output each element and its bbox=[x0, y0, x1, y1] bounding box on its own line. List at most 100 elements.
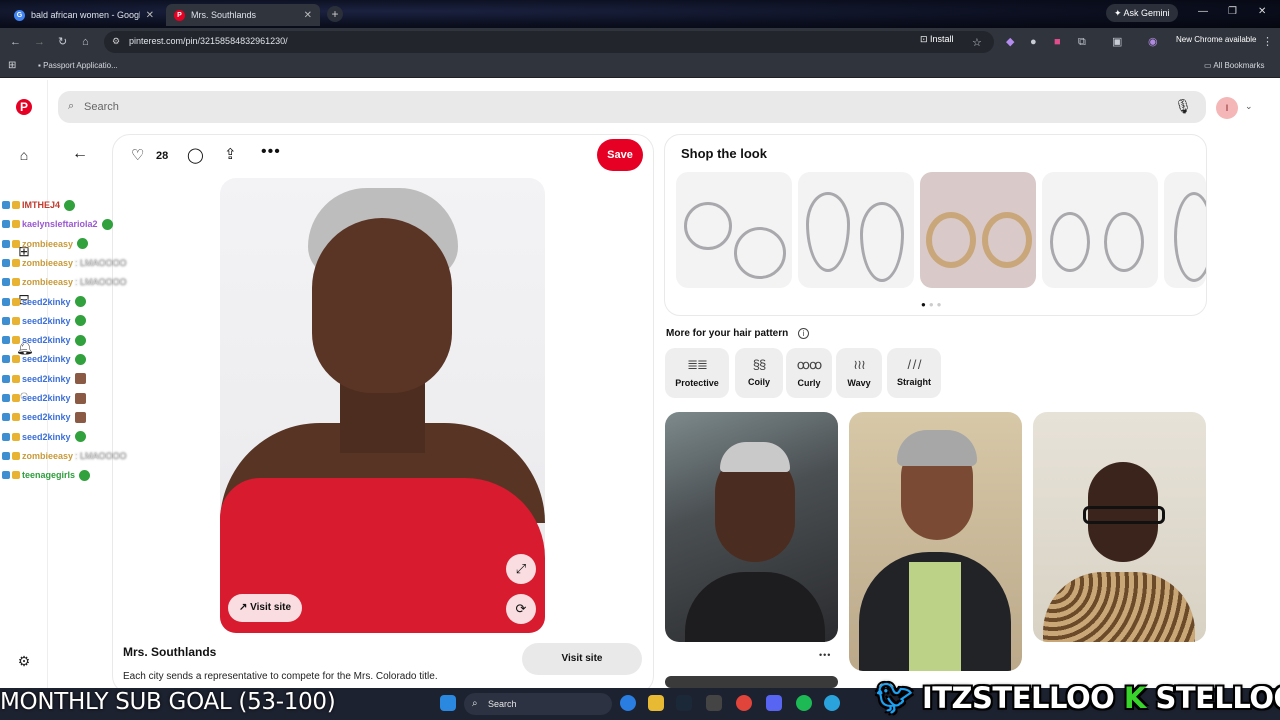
more-options-icon[interactable]: ••• bbox=[261, 143, 281, 161]
chat-username[interactable]: zombieeasy bbox=[22, 258, 73, 268]
star-icon[interactable]: ☆ bbox=[972, 36, 982, 50]
hair-pattern-coily[interactable]: §§ Coily bbox=[735, 348, 783, 398]
shop-product[interactable] bbox=[1164, 172, 1206, 288]
carousel-dots: ●●● bbox=[921, 300, 945, 309]
url-text: pinterest.com/pin/32158584832961230/ bbox=[129, 36, 288, 46]
extension-icon[interactable]: ◆ bbox=[1006, 35, 1014, 49]
save-button[interactable]: Save bbox=[597, 139, 643, 171]
chat-username[interactable]: IMTHEJ4 bbox=[22, 200, 60, 210]
hair-pattern-protective[interactable]: ≣≣ Protective bbox=[665, 348, 729, 398]
chat-username[interactable]: teenagegirls bbox=[22, 470, 75, 480]
site-info-icon[interactable]: ⚙ bbox=[112, 36, 120, 47]
new-chrome-available-label[interactable]: New Chrome available bbox=[1176, 35, 1256, 44]
shop-product[interactable] bbox=[920, 172, 1036, 288]
extension-icon[interactable]: ● bbox=[1030, 35, 1037, 49]
restore-icon[interactable]: ❐ bbox=[1228, 6, 1237, 17]
settings-icon[interactable]: ⚙ bbox=[16, 653, 32, 669]
file-explorer-icon[interactable] bbox=[648, 695, 664, 711]
chat-username[interactable]: seed2kinky bbox=[22, 335, 71, 345]
avatar[interactable]: I bbox=[1216, 97, 1238, 119]
shop-product[interactable] bbox=[1042, 172, 1158, 288]
hair-pattern-straight[interactable]: / / / Straight bbox=[887, 348, 941, 398]
chat-line: seed2kinky bbox=[2, 390, 86, 406]
related-pin[interactable] bbox=[665, 412, 838, 642]
bookmark-passport[interactable]: ▪ Passport Applicatio... bbox=[38, 61, 118, 70]
share-icon[interactable]: ⇪ bbox=[224, 145, 237, 163]
spotify-icon[interactable] bbox=[796, 695, 812, 711]
chat-username[interactable]: seed2kinky bbox=[22, 393, 71, 403]
all-bookmarks[interactable]: ▭ All Bookmarks bbox=[1204, 61, 1264, 70]
app-icon[interactable] bbox=[706, 695, 722, 711]
sub-badge-icon bbox=[2, 336, 10, 345]
chat-username[interactable]: kaelynsleftariola2 bbox=[22, 219, 98, 229]
profile-icon[interactable]: ◉ bbox=[1148, 35, 1158, 49]
extension-icon[interactable]: ■ bbox=[1054, 35, 1061, 49]
related-pin[interactable] bbox=[849, 412, 1022, 671]
home-icon[interactable]: ⌂ bbox=[82, 35, 89, 49]
browser-tab-google[interactable]: G bald african women - Google S ✕ bbox=[6, 4, 162, 26]
browser-tab-pinterest[interactable]: P Mrs. Southlands ✕ bbox=[166, 4, 320, 26]
apps-grid-icon[interactable]: ⊞ bbox=[8, 60, 16, 71]
new-tab-button[interactable]: + bbox=[327, 6, 343, 22]
pin-description: Each city sends a representative to comp… bbox=[123, 671, 438, 682]
back-arrow-icon[interactable]: ← bbox=[72, 145, 88, 163]
related-pin[interactable] bbox=[665, 676, 838, 688]
pinterest-logo-icon[interactable]: P bbox=[16, 99, 32, 115]
chat-username[interactable]: seed2kinky bbox=[22, 432, 71, 442]
info-icon[interactable]: i bbox=[798, 328, 809, 339]
reload-icon[interactable]: ↻ bbox=[58, 35, 67, 49]
visual-search-icon[interactable]: ⟳ bbox=[506, 594, 536, 624]
chat-username[interactable]: zombieeasy bbox=[22, 277, 73, 287]
steam-icon[interactable] bbox=[676, 695, 692, 711]
chat-username[interactable]: seed2kinky bbox=[22, 316, 71, 326]
chat-username[interactable]: zombieeasy bbox=[22, 239, 73, 249]
hair-pattern-wavy[interactable]: ≀≀≀ Wavy bbox=[836, 348, 882, 398]
microphone-icon[interactable]: 🎙︎ bbox=[1174, 98, 1192, 115]
menu-icon[interactable]: ⋮ bbox=[1262, 35, 1273, 49]
telegram-icon[interactable] bbox=[824, 695, 840, 711]
chat-username[interactable]: seed2kinky bbox=[22, 297, 71, 307]
portrait-top bbox=[1043, 572, 1195, 642]
chat-username[interactable]: seed2kinky bbox=[22, 374, 71, 384]
chrome-icon[interactable] bbox=[736, 695, 752, 711]
back-icon[interactable]: ← bbox=[10, 35, 21, 49]
kick-icon: K bbox=[1123, 681, 1146, 715]
chat-username[interactable]: zombieeasy bbox=[22, 451, 73, 461]
shop-product[interactable] bbox=[798, 172, 914, 288]
taskbar-search[interactable]: ⌕ Search bbox=[464, 693, 612, 715]
bits-badge-icon bbox=[12, 201, 20, 209]
visit-site-button[interactable]: Visit site bbox=[522, 643, 642, 675]
bookmark-label: Passport Applicatio... bbox=[43, 61, 118, 70]
extensions-puzzle-icon[interactable]: ⧉ bbox=[1078, 35, 1086, 49]
expand-icon[interactable]: ⤢ bbox=[506, 554, 536, 584]
more-options-icon[interactable]: ••• bbox=[819, 650, 831, 660]
hair-pattern-curly[interactable]: ꝏꝏ Curly bbox=[786, 348, 832, 398]
edge-icon[interactable] bbox=[620, 695, 636, 711]
chat-username[interactable]: seed2kinky bbox=[22, 354, 71, 364]
chat-username[interactable]: seed2kinky bbox=[22, 412, 71, 422]
comment-icon[interactable]: ◯ bbox=[187, 146, 204, 164]
emote-icon bbox=[74, 392, 86, 404]
close-icon[interactable]: ✕ bbox=[304, 10, 312, 21]
address-bar[interactable]: ⚙ pinterest.com/pin/32158584832961230/ bbox=[104, 31, 994, 53]
heart-icon[interactable]: ♡ bbox=[131, 146, 144, 164]
related-pin[interactable] bbox=[1033, 412, 1206, 642]
home-icon[interactable]: ⌂ bbox=[16, 147, 32, 163]
ask-gemini-button[interactable]: ✦ Ask Gemini bbox=[1106, 4, 1178, 22]
earring-shape bbox=[860, 202, 904, 282]
pin-image[interactable] bbox=[220, 178, 545, 633]
install-button[interactable]: ⊡ Install bbox=[920, 34, 954, 45]
discord-icon[interactable] bbox=[766, 695, 782, 711]
minimize-icon[interactable]: — bbox=[1198, 6, 1208, 17]
chat-message: : LMAOOOO bbox=[75, 257, 127, 268]
close-icon[interactable]: ✕ bbox=[146, 10, 154, 21]
search-input[interactable]: Search bbox=[84, 101, 119, 113]
chevron-down-icon[interactable]: ⌄ bbox=[1245, 101, 1253, 112]
side-panel-icon[interactable]: ▣ bbox=[1112, 35, 1122, 49]
forward-icon[interactable]: → bbox=[34, 35, 45, 49]
close-window-icon[interactable]: ✕ bbox=[1258, 6, 1266, 17]
visit-site-chip[interactable]: ↗ Visit site bbox=[228, 594, 302, 622]
shop-product[interactable] bbox=[676, 172, 792, 288]
windows-start-icon[interactable] bbox=[440, 695, 456, 711]
search-bar[interactable]: ⌕ Search 🎙︎ bbox=[58, 91, 1206, 123]
